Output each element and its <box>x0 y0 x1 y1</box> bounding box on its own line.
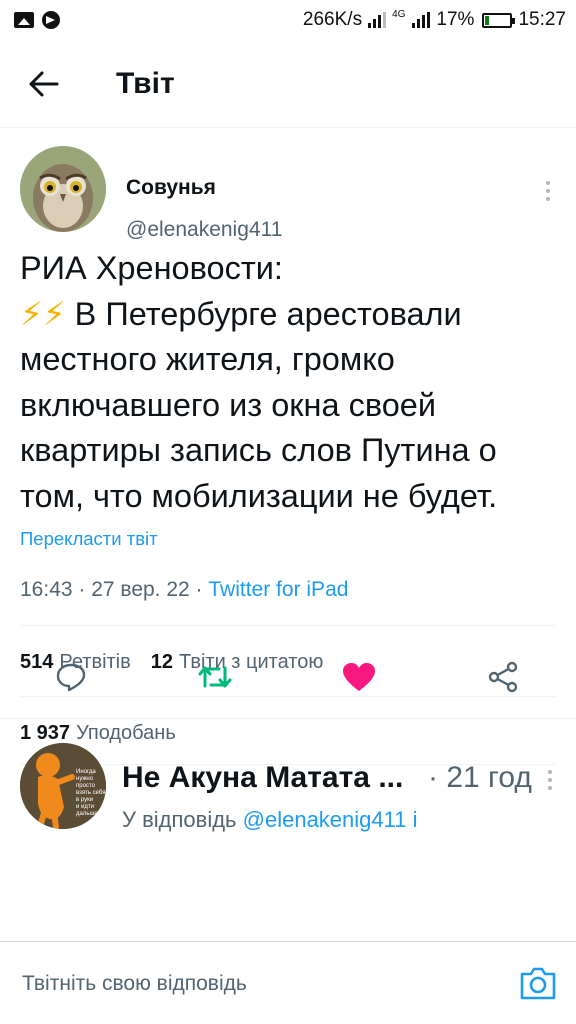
reply-time: · 21 год <box>428 761 532 794</box>
translate-tweet-link[interactable]: Перекласти твіт <box>20 528 158 550</box>
owl-avatar-image <box>20 146 106 232</box>
back-button[interactable] <box>14 54 74 114</box>
tweet-text: РИА Хреновости: ⚡⚡ В Петербурге арестова… <box>20 246 560 519</box>
page-title: Твіт <box>116 66 175 100</box>
replying-to-prefix: У відповідь <box>122 807 243 832</box>
author-handle[interactable]: @elenakenig411 <box>126 218 282 242</box>
clock: 15:27 <box>518 9 566 30</box>
telegram-notification-icon <box>42 11 60 29</box>
share-icon <box>488 661 518 693</box>
reply-icon <box>56 663 86 692</box>
tweet-meta: 16:43 · 27 вер. 22 · Twitter for iPad <box>20 578 348 602</box>
replying-to-mention[interactable]: @elenakenig411 і <box>243 807 418 832</box>
retweet-button[interactable] <box>190 652 240 702</box>
status-bar: 266K/s 4G 17% 15:27 <box>0 0 576 40</box>
battery-percent: 17% <box>436 9 475 30</box>
reply-button[interactable] <box>46 652 96 702</box>
wifi-signal-icon <box>368 12 387 28</box>
like-button[interactable] <box>334 652 384 702</box>
share-button[interactable] <box>478 652 528 702</box>
lightning-emoji-icon: ⚡⚡ <box>20 295 66 332</box>
camera-icon[interactable] <box>518 964 558 1002</box>
author-name[interactable]: Совунья <box>126 176 216 200</box>
tweet-timestamp: 16:43 · 27 вер. 22 · <box>20 578 209 601</box>
top-bar: Твіт <box>0 40 576 128</box>
battery-icon <box>482 12 516 28</box>
orange-figure-avatar-image: Иногда нужно просто взять себя в руки и идти д… <box>20 743 106 829</box>
divider <box>20 625 556 626</box>
network-speed: 266K/s <box>302 9 363 30</box>
reply-author-avatar[interactable]: Иногда нужно просто взять себя в руки и идти д… <box>20 743 106 829</box>
author-avatar[interactable] <box>20 146 106 232</box>
author-row: Совунья @elenakenig411 <box>20 146 560 241</box>
reply-input[interactable]: Твітніть свою відповідь <box>22 972 247 996</box>
reply-tweet[interactable]: Иногда нужно просто взять себя в руки и идти д… <box>0 719 576 941</box>
tweet-source-link[interactable]: Twitter for iPad <box>208 578 348 601</box>
status-left <box>14 11 60 29</box>
more-options-icon[interactable] <box>544 180 552 202</box>
heart-icon <box>343 663 375 691</box>
retweet-icon <box>198 666 232 688</box>
cell-signal-icon <box>412 12 431 28</box>
network-type: 4G <box>392 9 406 20</box>
tweet-text-body: В Петербурге арестовали местного жителя,… <box>20 295 498 514</box>
replying-to: У відповідь @elenakenig411 і <box>122 807 417 833</box>
tweet-actions <box>0 652 576 702</box>
reply-author-name[interactable]: Не Акуна Матата ... <box>122 761 403 795</box>
status-right: 266K/s 4G 17% 15:27 <box>303 9 566 31</box>
gallery-notification-icon <box>14 12 34 28</box>
more-options-icon[interactable] <box>546 769 554 791</box>
arrow-left-icon <box>29 71 59 96</box>
reply-compose-bar: Твітніть свою відповідь <box>0 941 576 1024</box>
tweet-text-line1: РИА Хреновости: <box>20 250 283 286</box>
battery-fill <box>485 15 490 25</box>
